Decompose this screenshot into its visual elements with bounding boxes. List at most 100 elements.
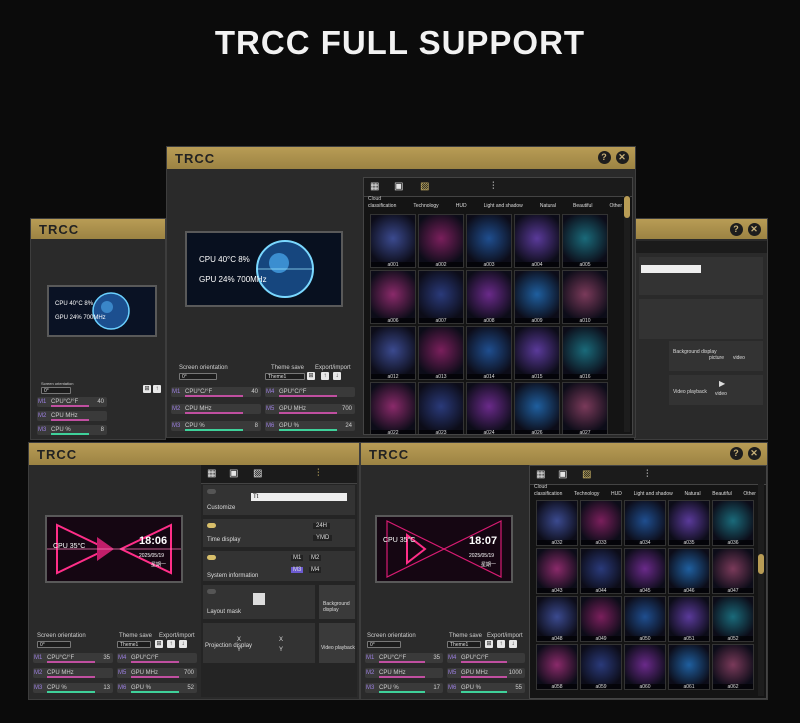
export-icon[interactable]: ↑	[321, 372, 329, 380]
theme-select[interactable]: Theme1	[447, 641, 481, 648]
category-item[interactable]: HUD	[611, 491, 622, 497]
category-item[interactable]: Other	[743, 491, 756, 497]
theme-thumbnail[interactable]: a027	[562, 382, 608, 434]
sysinfo-toggle[interactable]	[207, 555, 216, 560]
grid-icon[interactable]: ▦	[207, 469, 219, 479]
theme-thumbnail[interactable]: a001	[370, 214, 416, 268]
theme-thumbnail[interactable]: a051	[668, 596, 710, 642]
theme-thumbnail[interactable]: a016	[562, 326, 608, 380]
theme-thumbnail[interactable]: a060	[624, 644, 666, 690]
theme-thumbnail[interactable]: a032	[536, 500, 578, 546]
theme-thumbnail[interactable]: a006	[370, 270, 416, 324]
scroll-thumb[interactable]	[758, 554, 764, 574]
theme-thumbnail[interactable]: a049	[580, 596, 622, 642]
export-icon[interactable]: ↑	[153, 385, 161, 393]
theme-thumbnail[interactable]: a033	[580, 500, 622, 546]
import-icon[interactable]: ↓	[179, 640, 187, 648]
theme-thumbnail[interactable]: a008	[466, 270, 512, 324]
upload-icon[interactable]	[253, 593, 265, 605]
category-item[interactable]: Technology	[413, 203, 438, 209]
grid-icon[interactable]: ▦	[536, 470, 548, 480]
theme-thumbnail[interactable]: a026	[514, 382, 560, 434]
export-icon[interactable]: ↑	[497, 640, 505, 648]
theme-thumbnail[interactable]: a045	[624, 548, 666, 594]
customize-toggle[interactable]	[207, 489, 216, 494]
category-item[interactable]: Natural	[684, 491, 700, 497]
import-icon[interactable]: ↓	[333, 372, 341, 380]
theme-thumbnail[interactable]: a036	[712, 500, 754, 546]
category-item[interactable]: HUD	[456, 203, 467, 209]
theme-thumbnail[interactable]: a052	[712, 596, 754, 642]
theme-thumbnail[interactable]: a013	[418, 326, 464, 380]
theme-thumbnail[interactable]: a003	[466, 214, 512, 268]
theme-select[interactable]: Theme1	[265, 373, 305, 380]
gallery-scrollbar[interactable]	[758, 484, 764, 696]
theme-thumbnail[interactable]: a044	[580, 548, 622, 594]
help-icon[interactable]: ?	[730, 223, 743, 236]
theme-select[interactable]: Theme1	[117, 641, 151, 648]
category-item[interactable]: classification	[368, 203, 396, 209]
custom-text-field[interactable]: Tt	[251, 493, 347, 501]
layout-mask-toggle[interactable]	[207, 589, 216, 594]
theme-preview-icon[interactable]: ⊞	[485, 640, 493, 648]
sys-option-m2[interactable]: M2	[309, 555, 322, 561]
category-item[interactable]: Other	[609, 203, 622, 209]
grid-alt-icon[interactable]: ▣	[229, 469, 241, 479]
orientation-select[interactable]: 0°	[367, 641, 401, 648]
video-playback-box[interactable]: Video playback	[319, 623, 355, 663]
theme-preview-icon[interactable]: ⊞	[307, 372, 315, 380]
theme-thumbnail[interactable]: a009	[514, 270, 560, 324]
category-item[interactable]: classification	[534, 491, 562, 497]
background-display-box[interactable]: Background display picture video	[669, 341, 763, 371]
theme-thumbnail[interactable]: a058	[536, 644, 578, 690]
import-icon[interactable]: ↓	[509, 640, 517, 648]
gallery-scrollbar[interactable]	[624, 196, 630, 432]
theme-thumbnail[interactable]: a034	[624, 500, 666, 546]
theme-thumbnail[interactable]: a047	[712, 548, 754, 594]
category-item[interactable]: Beautiful	[712, 491, 731, 497]
theme-preview-icon[interactable]: ⊞	[143, 385, 151, 393]
help-icon[interactable]: ?	[730, 447, 743, 460]
sys-option-m1[interactable]: M1	[291, 555, 304, 561]
category-item[interactable]: Light and shadow	[484, 203, 523, 209]
orientation-select[interactable]: 0°	[37, 641, 71, 648]
time-format-24h[interactable]: 24H	[313, 523, 331, 529]
grid-icon[interactable]: ▦	[370, 182, 382, 192]
theme-thumbnail[interactable]: a048	[536, 596, 578, 642]
theme-thumbnail[interactable]: a005	[562, 214, 608, 268]
date-format-ymd[interactable]: YMD	[313, 535, 333, 541]
time-toggle[interactable]	[207, 523, 216, 528]
export-icon[interactable]: ↑	[167, 640, 175, 648]
orientation-select[interactable]: 0°	[41, 387, 71, 394]
theme-thumbnail[interactable]: a007	[418, 270, 464, 324]
theme-thumbnail[interactable]: a012	[370, 326, 416, 380]
image-icon[interactable]: ▨	[420, 182, 432, 192]
sys-option-m4[interactable]: M4	[309, 567, 322, 573]
theme-thumbnail[interactable]: a062	[712, 644, 754, 690]
image-icon[interactable]: ▨	[582, 470, 594, 480]
close-icon[interactable]: ✕	[748, 447, 761, 460]
text-field[interactable]	[641, 265, 701, 273]
theme-thumbnail[interactable]: a035	[668, 500, 710, 546]
theme-thumbnail[interactable]: a002	[418, 214, 464, 268]
theme-thumbnail[interactable]: a024	[466, 382, 512, 434]
theme-thumbnail[interactable]: a010	[562, 270, 608, 324]
sliders-icon[interactable]: ⫶	[646, 470, 658, 480]
theme-thumbnail[interactable]: a059	[580, 644, 622, 690]
theme-thumbnail[interactable]: a043	[536, 548, 578, 594]
sliders-icon[interactable]: ⫶	[317, 469, 329, 479]
sliders-icon[interactable]: ⫶	[492, 182, 504, 192]
theme-thumbnail[interactable]: a023	[418, 382, 464, 434]
sys-option-m3[interactable]: M3	[291, 567, 304, 573]
theme-thumbnail[interactable]: a061	[668, 644, 710, 690]
close-icon[interactable]: ✕	[748, 223, 761, 236]
close-icon[interactable]: ✕	[616, 151, 629, 164]
orientation-select[interactable]: 0°	[179, 373, 217, 380]
image-icon[interactable]: ▨	[253, 469, 265, 479]
theme-thumbnail[interactable]: a050	[624, 596, 666, 642]
background-display-box[interactable]: Background display	[319, 585, 355, 619]
category-item[interactable]: Light and shadow	[634, 491, 673, 497]
theme-thumbnail[interactable]: a022	[370, 382, 416, 434]
category-item[interactable]: Technology	[574, 491, 599, 497]
video-playback-box[interactable]: Video playback ▶ video	[669, 375, 763, 405]
